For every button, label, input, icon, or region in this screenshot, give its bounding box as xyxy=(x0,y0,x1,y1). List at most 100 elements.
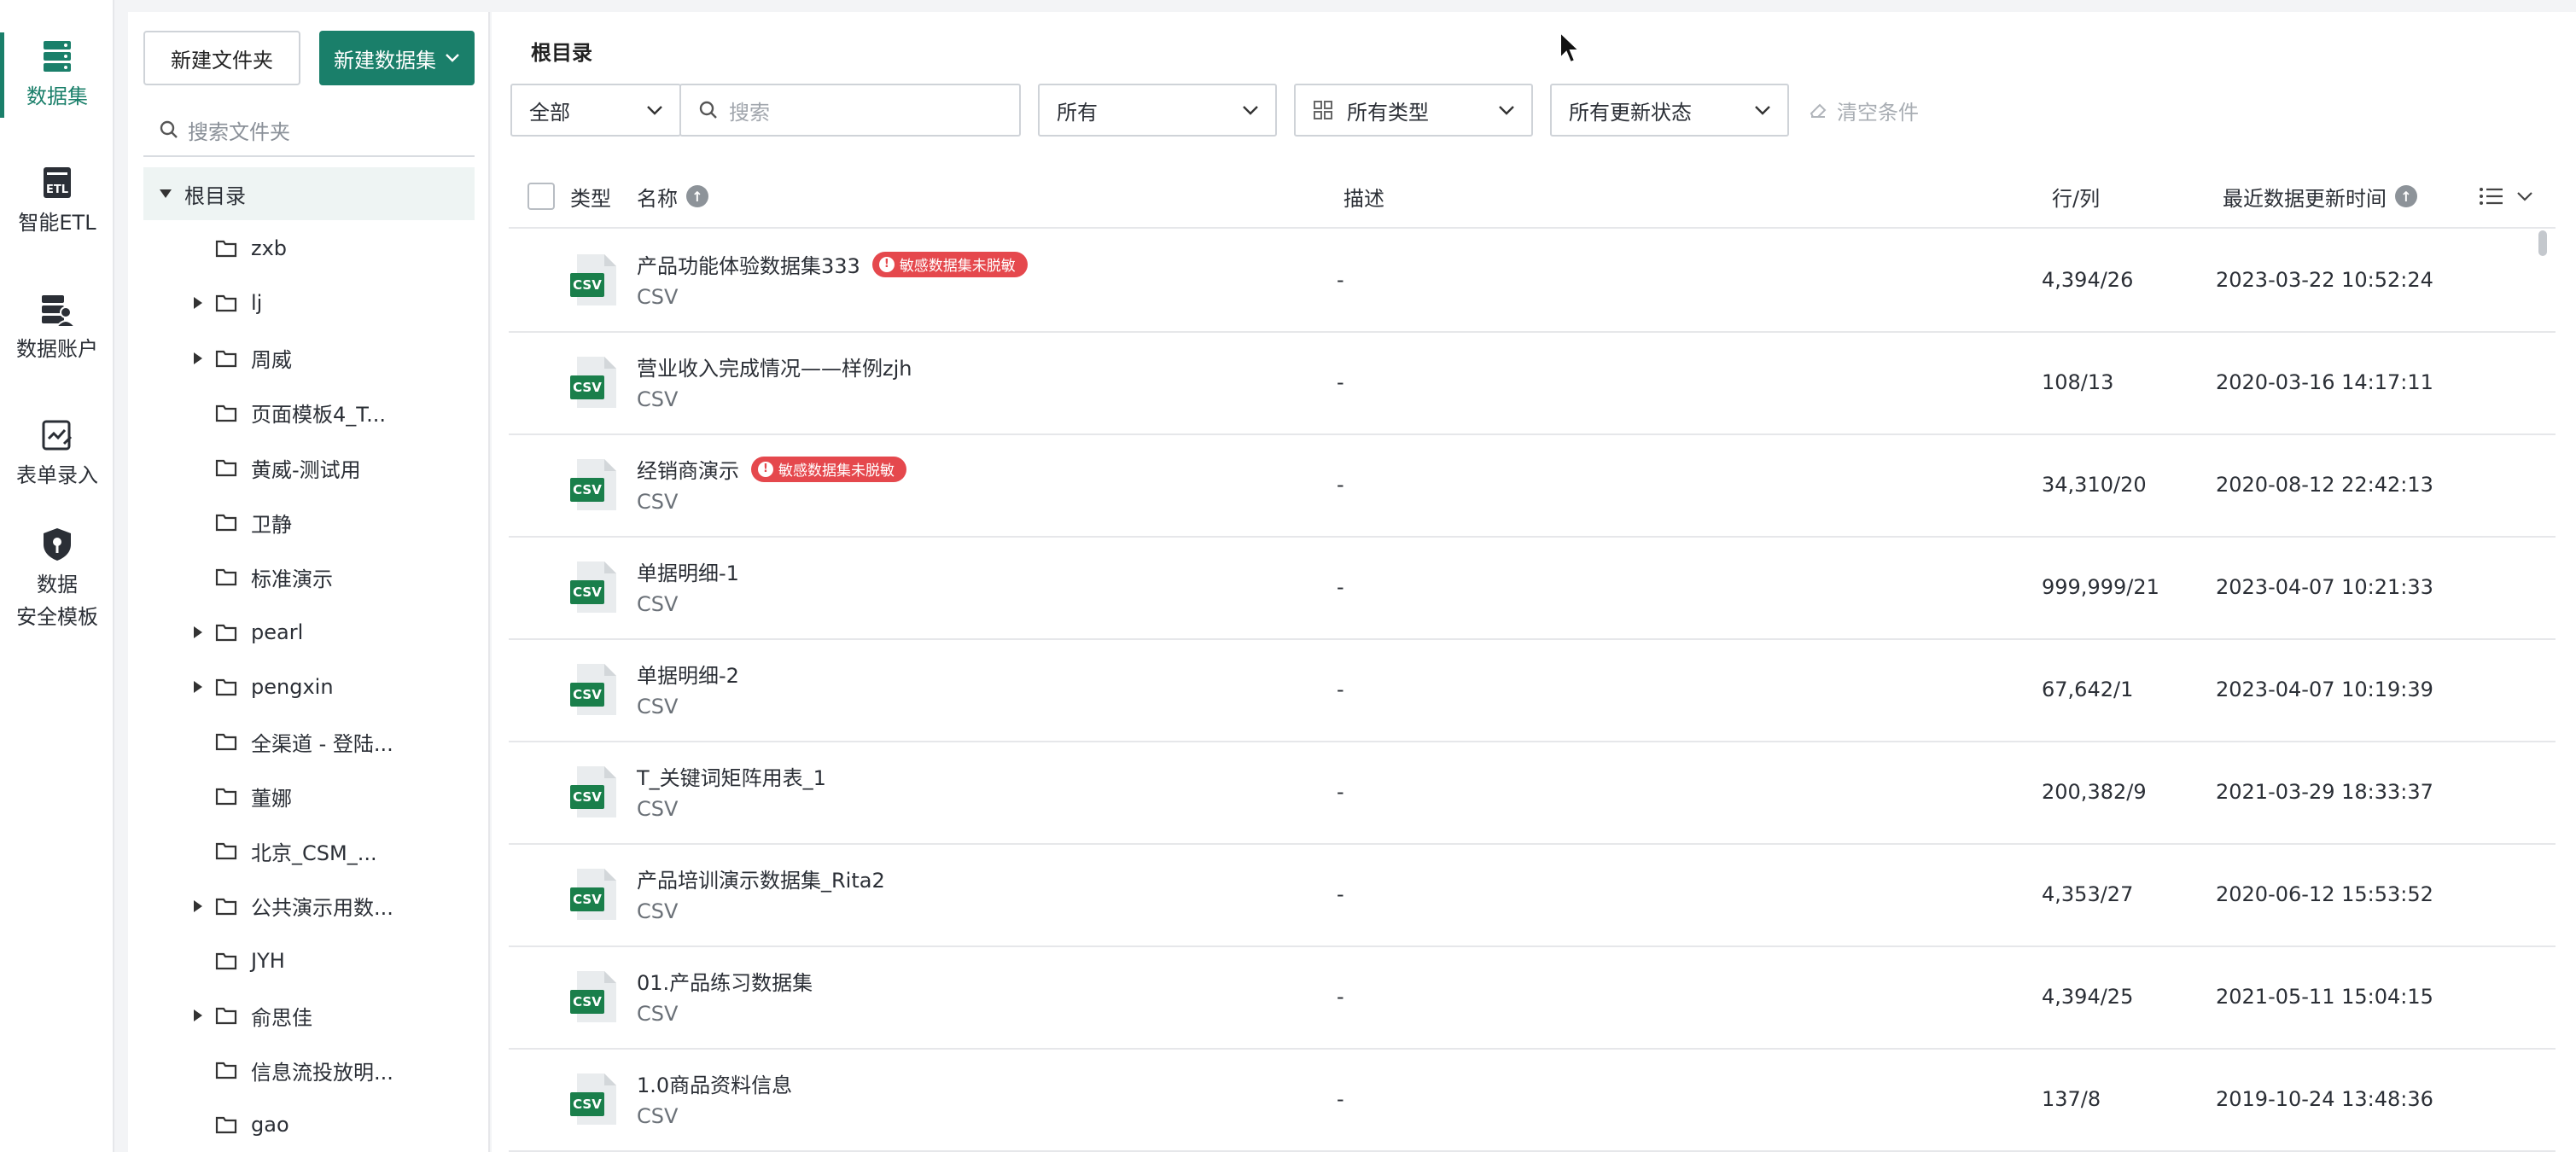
dataset-name[interactable]: 经销商演示 xyxy=(637,454,739,484)
new-dataset-label: 新建数据集 xyxy=(334,48,436,73)
dataset-description: - xyxy=(1337,985,1344,1009)
table-row[interactable]: CSV T_关键词矩阵用表_1 CSV - 200,382/9 2021-03-29 18… xyxy=(509,742,2556,845)
search-icon xyxy=(160,120,178,138)
sort-info-icon[interactable]: ↑ xyxy=(686,185,708,207)
column-last-update-label: 最近数据更新时间 xyxy=(2223,186,2387,211)
dataset-name-cell[interactable]: 1.0商品资料信息 xyxy=(637,1068,792,1098)
tree-folder-item[interactable]: 全渠道 - 登陆... xyxy=(143,715,475,768)
table-row[interactable]: CSV 产品功能体验数据集333! 敏感数据集未脱敏 CSV -4,394/26 2023… xyxy=(509,230,2556,333)
dataset-name-cell[interactable]: T_关键词矩阵用表_1 xyxy=(637,761,826,791)
dataset-name[interactable]: 产品功能体验数据集333 xyxy=(637,249,860,279)
type-select-value: 所有类型 xyxy=(1347,100,1429,125)
dataset-name[interactable]: 产品培训演示数据集_Rita2 xyxy=(637,864,885,893)
column-description-label: 描述 xyxy=(1343,186,1384,211)
data-account-icon xyxy=(42,295,75,327)
dataset-name-cell[interactable]: 营业收入完成情况——样例zjh xyxy=(637,352,912,381)
select-all-checkbox[interactable] xyxy=(527,164,555,229)
tree-folder-item[interactable]: 页面模板4_T... xyxy=(143,387,475,439)
chevron-down-icon xyxy=(1243,106,1258,115)
dataset-name[interactable]: 单据明细-1 xyxy=(637,556,739,586)
dataset-search-placeholder: 搜索 xyxy=(729,100,770,125)
scope-select[interactable]: 全部 xyxy=(510,84,681,137)
dataset-search-input[interactable]: 搜索 xyxy=(679,84,1021,137)
dataset-name[interactable]: 单据明细-2 xyxy=(637,659,739,689)
breadcrumb[interactable]: 根目录 xyxy=(531,36,592,66)
dataset-name-cell[interactable]: 01.产品练习数据集 xyxy=(637,966,813,996)
caret-right-icon[interactable] xyxy=(189,898,207,915)
new-dataset-button[interactable]: 新建数据集 xyxy=(319,31,475,85)
dataset-rows-cols: 67,642/1 xyxy=(2042,678,2134,701)
dataset-description: - xyxy=(1337,678,1344,701)
table-row[interactable]: CSV 单据明细-1 CSV - 999,999/21 2023-04-07 10:21:… xyxy=(509,538,2556,640)
folder-icon xyxy=(215,350,237,367)
dataset-rows-cols: 999,999/21 xyxy=(2042,575,2159,599)
caret-down-icon[interactable] xyxy=(157,185,174,202)
tree-root[interactable]: 根目录 xyxy=(143,167,475,220)
nav-label: 表单录入 xyxy=(16,463,98,487)
dataset-name-cell[interactable]: 单据明细-1 xyxy=(637,556,739,586)
clear-filters-button[interactable]: 清空条件 xyxy=(1808,84,1919,137)
dataset-type: CSV xyxy=(637,797,679,821)
table-row[interactable]: CSV 01.产品练习数据集 CSV - 4,394/25 2021-05-11 15:0… xyxy=(509,947,2556,1050)
table-row[interactable]: CSV 1.0商品资料信息 CSV - 137/8 2019-10-24 13:48:36 xyxy=(509,1050,2556,1152)
nav-item-data-account[interactable]: 数据账户 xyxy=(0,290,114,365)
nav-item-form-entry[interactable]: 表单录入 xyxy=(0,416,114,492)
main-content: 根目录 全部 搜索 所有 所有类型 所有更新状态 清空条件 类型 名称 ↑ 描述… xyxy=(492,12,2576,1152)
tree-folder-item[interactable]: pearl xyxy=(143,606,475,659)
database-icon xyxy=(44,41,71,72)
owner-select-value: 所有 xyxy=(1057,100,1098,125)
caret-right-icon[interactable] xyxy=(189,678,207,695)
sort-info-icon[interactable]: ↑ xyxy=(2395,185,2417,207)
tree-folder-item[interactable]: pengxin xyxy=(143,660,475,713)
tree-folder-item[interactable]: 卫静 xyxy=(143,496,475,549)
column-last-update[interactable]: 最近数据更新时间 ↑ xyxy=(2223,164,2417,229)
caret-right-icon[interactable] xyxy=(189,624,207,641)
tree-folder-item[interactable]: 标准演示 xyxy=(143,550,475,603)
table-row[interactable]: CSV 产品培训演示数据集_Rita2 CSV - 4,353/27 2020-06-12… xyxy=(509,845,2556,947)
dataset-name[interactable]: 营业收入完成情况——样例zjh xyxy=(637,352,912,381)
dataset-last-update: 2020-06-12 15:53:52 xyxy=(2216,882,2433,906)
tree-folder-item[interactable]: JYH xyxy=(143,934,475,987)
folder-search-input[interactable]: 搜索文件夹 xyxy=(143,104,475,157)
tree-folder-item[interactable]: 信息流投放明... xyxy=(143,1044,475,1097)
table-row[interactable]: CSV 单据明细-2 CSV - 67,642/1 2023-04-07 10:19:39 xyxy=(509,640,2556,742)
nav-item-security-template[interactable]: 数据 安全模板 xyxy=(0,526,114,633)
tree-folder-item[interactable]: 董娜 xyxy=(143,770,475,823)
tree-folder-item[interactable]: 北京_CSM_... xyxy=(143,824,475,877)
tree-folder-item[interactable]: gao xyxy=(143,1098,475,1151)
table-row[interactable]: CSV 营业收入完成情况——样例zjh CSV - 108/13 2020-03-16 1… xyxy=(509,333,2556,435)
nav-label: 智能ETL xyxy=(18,211,96,235)
tree-folder-label: 周威 xyxy=(251,348,292,373)
tree-folder-label: 全渠道 - 登陆... xyxy=(251,731,393,756)
tree-folder-item[interactable]: 黄威-测试用 xyxy=(143,441,475,494)
tree-folder-item[interactable]: 公共演示用数... xyxy=(143,880,475,933)
tree-folder-item[interactable]: 周威 xyxy=(143,332,475,385)
dataset-name[interactable]: 01.产品练习数据集 xyxy=(637,966,813,996)
nav-item-etl[interactable]: ETL 智能ETL xyxy=(0,164,114,239)
type-select[interactable]: 所有类型 xyxy=(1294,84,1533,137)
dataset-name[interactable]: T_关键词矩阵用表_1 xyxy=(637,761,826,791)
svg-text:CSV: CSV xyxy=(573,482,602,497)
caret-right-icon[interactable] xyxy=(189,294,207,311)
tree-folder-item[interactable]: 俞思佳 xyxy=(143,989,475,1042)
sensitive-data-badge: ! 敏感数据集未脱敏 xyxy=(751,456,906,482)
scrollbar-thumb[interactable] xyxy=(2538,230,2547,256)
nav-item-datasets[interactable]: 数据集 xyxy=(0,32,114,118)
tree-folder-item[interactable]: lj xyxy=(143,276,475,329)
dataset-name[interactable]: 1.0商品资料信息 xyxy=(637,1068,792,1098)
caret-right-icon[interactable] xyxy=(189,1007,207,1024)
new-folder-button[interactable]: 新建文件夹 xyxy=(143,31,300,85)
caret-right-icon[interactable] xyxy=(189,350,207,367)
column-name[interactable]: 名称 ↑ xyxy=(637,164,708,229)
dataset-name-cell[interactable]: 经销商演示 ! 敏感数据集未脱敏 xyxy=(637,454,906,484)
dataset-name-cell[interactable]: 单据明细-2 xyxy=(637,659,739,689)
dataset-name-cell[interactable]: 产品培训演示数据集_Rita2 xyxy=(637,864,885,893)
grid-icon xyxy=(1314,101,1332,119)
dataset-name-cell[interactable]: 产品功能体验数据集333! 敏感数据集未脱敏 xyxy=(637,249,1028,279)
column-type: 类型 xyxy=(570,164,611,229)
table-row[interactable]: CSV 经销商演示! 敏感数据集未脱敏 CSV - 34,310/20 2020-08-12… xyxy=(509,435,2556,538)
tree-folder-item[interactable]: zxb xyxy=(143,222,475,275)
column-settings-button[interactable] xyxy=(2479,164,2533,229)
update-status-select[interactable]: 所有更新状态 xyxy=(1550,84,1789,137)
owner-select[interactable]: 所有 xyxy=(1038,84,1277,137)
